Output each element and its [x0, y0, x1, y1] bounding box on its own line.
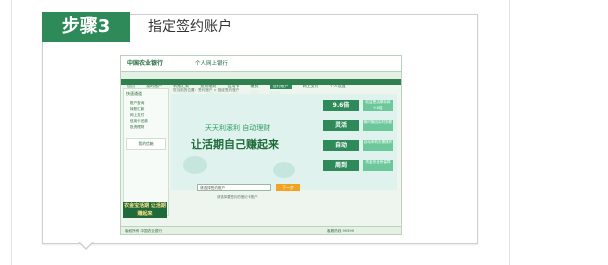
account-select[interactable]: 请选择签约账户	[197, 184, 271, 191]
sidebar-item[interactable]: 网上支付	[130, 113, 144, 118]
left-rule	[11, 0, 12, 265]
embedded-screenshot: 中国农业银行 个人网上银行 首页 我的账户 转账汇款 投资理财 信用卡 缴费 签…	[120, 55, 402, 235]
bank-header: 中国农业银行 个人网上银行	[121, 56, 401, 71]
feature-badge: 自动	[323, 140, 359, 151]
footer-hotline: 客服热线 95599	[327, 229, 354, 233]
breadcrumb: 您当前的位置：签约账户 > 指定签约账户	[173, 88, 240, 92]
decor-bubble	[273, 162, 295, 178]
feature-desc: 自动申购无需操作	[363, 140, 393, 151]
sidebar-item[interactable]: 账户查询	[130, 101, 144, 106]
feature-desc: 资金安全有保障	[363, 160, 393, 171]
decor-bubble	[183, 156, 207, 174]
mailbox-link[interactable]: 我的信箱	[126, 138, 166, 150]
feature-badge: 周到	[323, 160, 359, 171]
next-button[interactable]: 下一步	[276, 184, 300, 191]
feature-badge: 灵活	[323, 120, 359, 131]
slogan-line-2: 让活期自己赚起来	[191, 138, 279, 151]
footer: 版权所有 中国农业银行 客服热线 95599	[121, 226, 401, 234]
sidebar-item[interactable]: 转账汇款	[130, 107, 144, 112]
sidebar-promo[interactable]: 农金宝活期 让活期赚起来	[123, 202, 167, 218]
sidebar-item[interactable]: 投资理财	[130, 125, 144, 130]
footer-copyright: 版权所有 中国农业银行	[125, 229, 163, 233]
sub-nav: 账户查询 签约账户 活期收益 理财产品 基金 保险 贵金属	[121, 79, 401, 95]
page-background: 步骤3 指定签约账户 中国农业银行 个人网上银行 首页 我的账户 转账汇款 投资…	[0, 0, 608, 265]
sidebar-item[interactable]: 信用卡还款	[130, 119, 148, 124]
step-title: 指定签约账户	[148, 19, 232, 35]
slogan-line-1: 天天利滚利 自动理财	[205, 124, 271, 132]
feature-desc: 收益是活期存款9.6倍	[363, 100, 393, 111]
left-sidebar: 快速通道 账户查询 转账汇款 网上支付 信用卡还款 投资理财 我的信箱	[123, 88, 169, 216]
bank-subtitle: 个人网上银行	[195, 61, 229, 67]
right-rule	[509, 0, 510, 265]
sidebar-header: 快速通道	[126, 91, 142, 96]
card-pointer	[78, 241, 94, 250]
select-hint: 请选择要签约的借记卡账户	[217, 195, 258, 199]
feature-badge: 9.6倍	[323, 100, 359, 111]
bank-logo: 中国农业银行	[127, 60, 164, 67]
step-badge: 步骤3	[42, 12, 130, 42]
feature-desc: 随时赎回实时到账	[363, 120, 393, 131]
